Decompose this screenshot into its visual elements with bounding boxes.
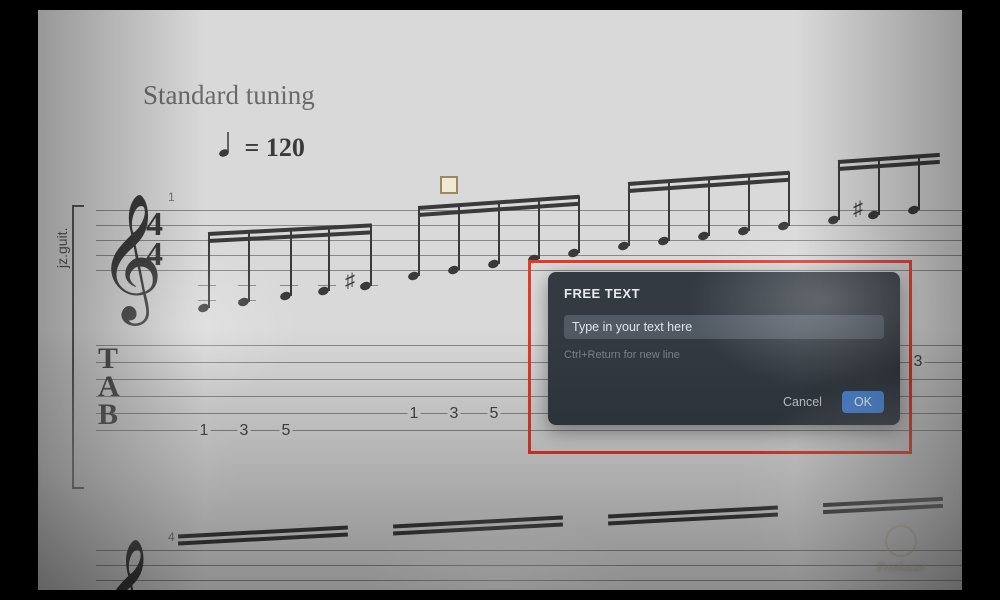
ok-button[interactable]: OK [842,391,884,413]
tab-b: B [98,401,118,430]
dialog-title: FREE TEXT [564,286,884,301]
fret-num[interactable]: 3 [912,353,925,371]
fret-num[interactable]: 5 [280,422,293,440]
fret-num[interactable]: 3 [238,422,251,440]
notation-staff[interactable] [96,550,962,590]
free-text-dialog: FREE TEXT Ctrl+Return for new line Cance… [548,272,900,425]
fret-num[interactable]: 5 [488,405,501,423]
fret-num[interactable]: 1 [408,405,421,423]
track-label: jz.guit. [54,228,70,268]
free-text-input[interactable] [564,315,884,339]
fret-num[interactable]: 1 [198,422,211,440]
tempo-marking: = 120 [218,130,305,165]
system-bracket-icon [72,205,84,489]
text-marker-icon[interactable] [440,176,458,194]
cancel-button[interactable]: Cancel [771,391,834,413]
dialog-hint: Ctrl+Return for new line [564,349,884,361]
quarter-note-icon [218,130,232,165]
fret-num[interactable]: 3 [448,405,461,423]
bar-number: 4 [168,530,175,544]
logo-icon [885,525,917,557]
logo-text: Producer [877,559,926,575]
tempo-value: = 120 [245,133,305,162]
app-frame: Standard tuning = 120 jz.guit. 1 𝄞 4 4 [38,10,962,590]
time-sig-den: 4 [146,241,163,270]
tuning-label: Standard tuning [143,80,315,111]
bar-number: 1 [168,190,175,204]
brand-logo: Producer [856,520,946,580]
